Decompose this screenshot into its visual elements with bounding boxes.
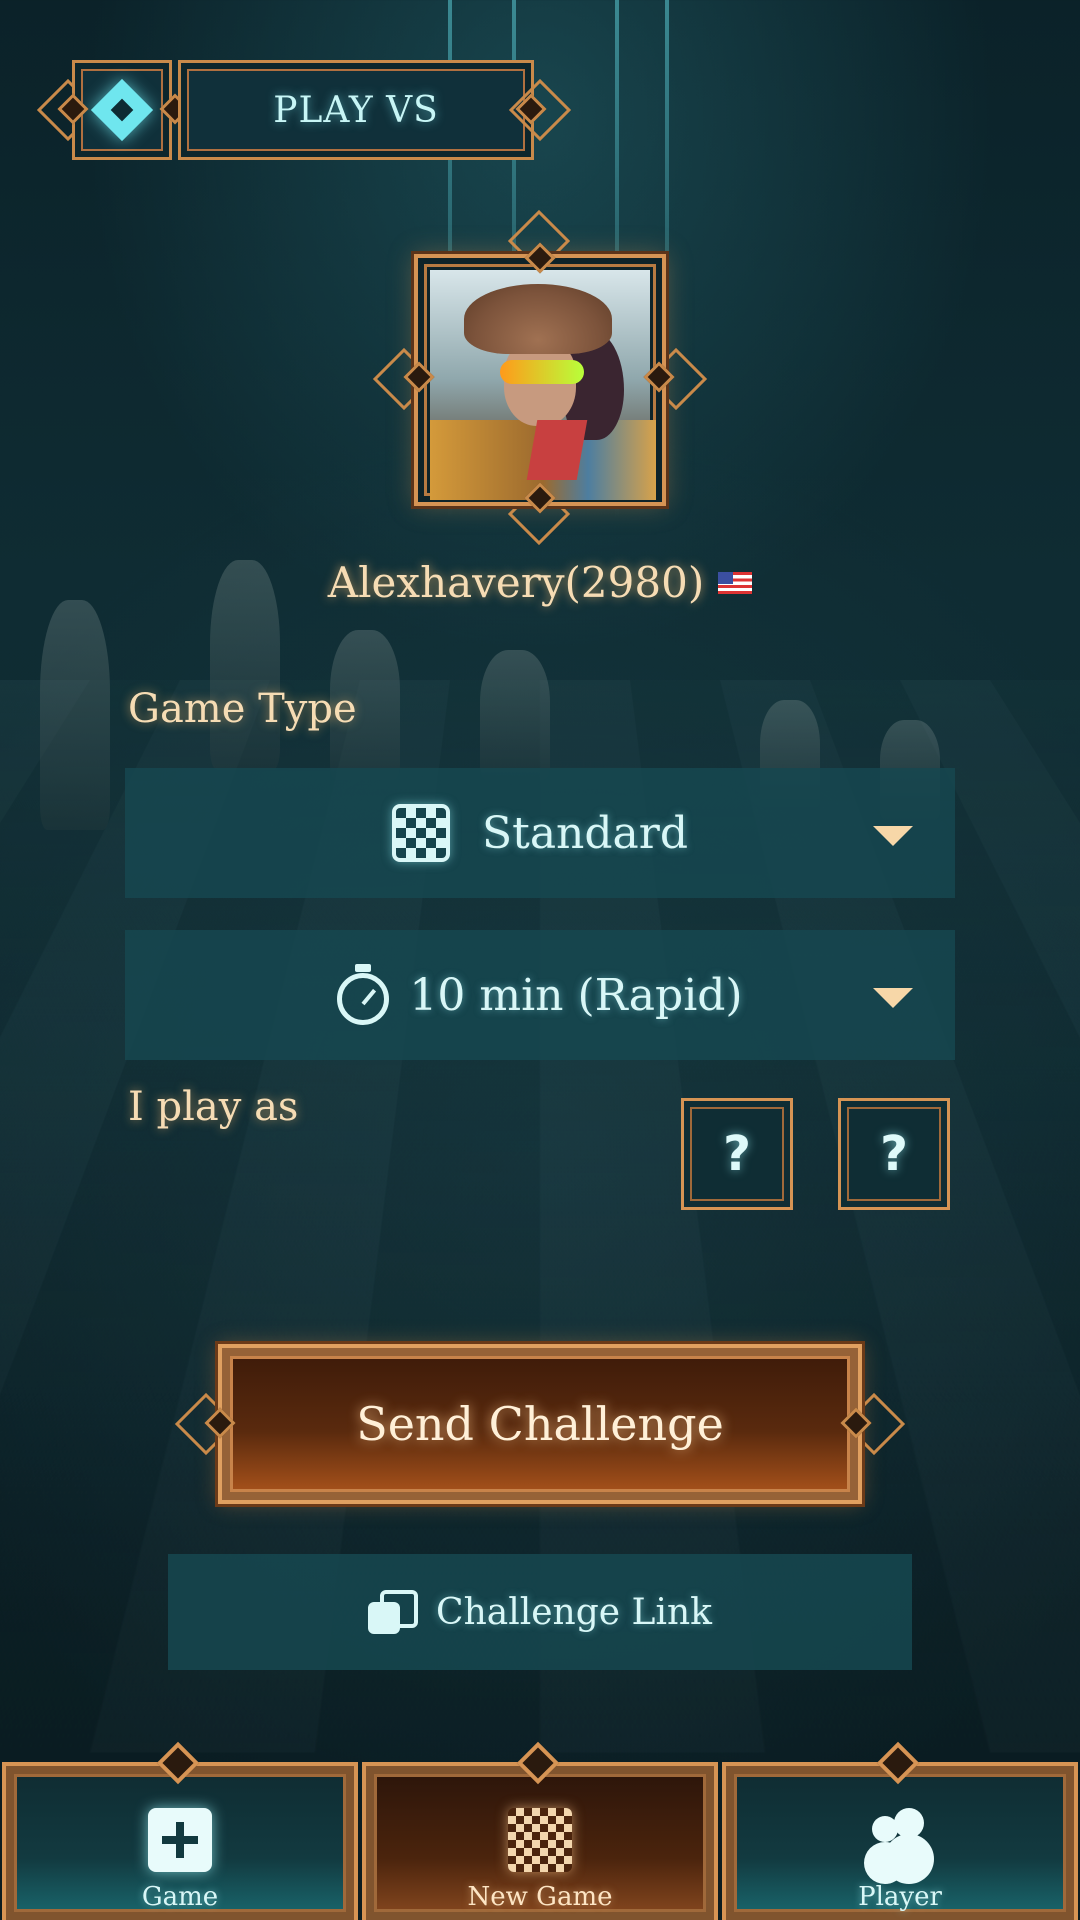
us-flag-icon [718,571,753,594]
nav-tab-game[interactable]: Game [2,1762,358,1920]
checkerboard-icon [392,804,450,862]
player-avatar[interactable] [414,254,666,506]
checkerboard-icon [508,1808,572,1872]
avatar-portrait [430,270,656,500]
variant-value: Standard [482,807,688,859]
background-chess-piece [40,600,110,830]
player-name: Alexhavery(2980) [327,558,705,607]
nav-tab-label: Player [858,1882,942,1912]
color-option-2[interactable]: ? [838,1098,950,1210]
page-title: PLAY VS [178,60,534,160]
time-control-select[interactable]: 10 min (Rapid) [125,930,955,1060]
plus-square-icon [148,1808,212,1872]
game-type-label: Game Type [128,686,357,732]
background-chess-piece [480,650,550,780]
nav-tab-player[interactable]: Player [722,1762,1078,1920]
color-option-1[interactable]: ? [681,1098,793,1210]
send-challenge-label: Send Challenge [356,1397,724,1451]
play-as-label: I play as [128,1084,299,1130]
question-mark-icon: ? [880,1126,908,1182]
nav-tab-new-game[interactable]: New Game [362,1762,718,1920]
question-mark-icon: ? [723,1126,751,1182]
time-control-value: 10 min (Rapid) [409,969,743,1021]
users-icon [868,1808,932,1872]
copy-icon [368,1590,419,1634]
variant-select[interactable]: Standard [125,768,955,898]
stopwatch-icon [337,964,390,1025]
player-name-row: Alexhavery(2980) [0,558,1080,607]
challenge-link-button[interactable]: Challenge Link [168,1554,912,1670]
challenge-link-label: Challenge Link [436,1591,712,1633]
nav-tab-label: Game [141,1882,219,1912]
nav-tab-label: New Game [467,1882,613,1912]
chevron-down-icon [873,988,913,1008]
diamond-back-icon [90,78,154,142]
chevron-down-icon [873,826,913,846]
send-challenge-button[interactable]: Send Challenge [218,1344,862,1504]
